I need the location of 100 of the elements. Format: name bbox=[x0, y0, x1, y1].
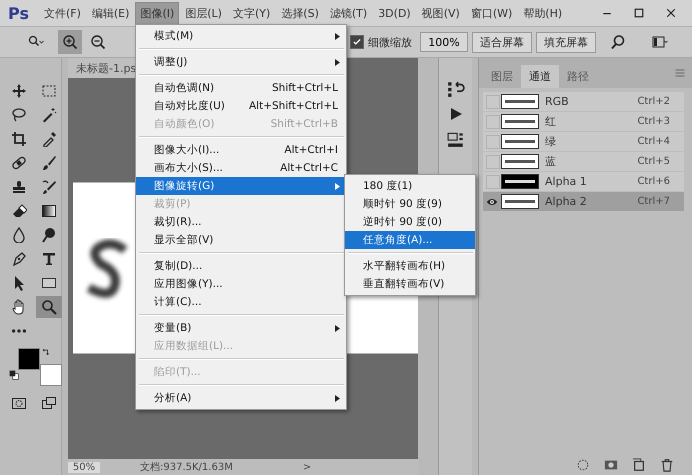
dotted-circle-icon bbox=[576, 458, 590, 472]
menu-item[interactable]: 图像大小(I)... Alt+Ctrl+I bbox=[136, 141, 346, 159]
menu[interactable]: 选择(S) bbox=[276, 2, 324, 24]
check-icon bbox=[352, 37, 362, 47]
channel-row[interactable]: Alpha 1 Ctrl+6 bbox=[483, 172, 684, 191]
quick-mask-icon bbox=[11, 395, 27, 411]
eraser-icon bbox=[11, 203, 27, 219]
menu-item[interactable]: 垂直翻转画布(V) bbox=[345, 275, 475, 293]
menu[interactable]: 文件(F) bbox=[38, 2, 86, 24]
stamp-icon bbox=[11, 179, 27, 195]
menu-item[interactable]: 计算(C)... bbox=[136, 293, 346, 311]
screen-mode-icon bbox=[41, 395, 57, 411]
menu-item[interactable]: 自动色调(N) Shift+Ctrl+L bbox=[136, 79, 346, 97]
new-channel-icon bbox=[632, 458, 646, 472]
menu[interactable]: 编辑(E) bbox=[86, 2, 134, 24]
submenu-arrow-icon bbox=[335, 33, 340, 40]
document-info: 文档:937.5K/1.63M bbox=[140, 460, 233, 474]
zoom-fit-button[interactable]: 适合屏幕 bbox=[472, 32, 532, 52]
type-tool-icon bbox=[41, 251, 57, 267]
checkbox[interactable] bbox=[350, 35, 364, 49]
properties-icon bbox=[446, 130, 464, 148]
zoom-icon bbox=[41, 299, 57, 315]
close-icon bbox=[665, 7, 677, 19]
channel-name: 绿 bbox=[545, 134, 557, 149]
drop-icon bbox=[11, 227, 27, 243]
menu-item[interactable]: 裁切(R)... bbox=[136, 213, 346, 231]
zoom-in-button[interactable] bbox=[58, 30, 82, 54]
history-icon bbox=[446, 80, 464, 98]
trash-icon bbox=[660, 458, 674, 472]
menu[interactable]: 文字(Y) bbox=[228, 2, 276, 24]
zoom-field[interactable]: 100% bbox=[420, 32, 468, 52]
menu-item[interactable]: 逆时针 90 度(0) bbox=[345, 213, 475, 231]
pen-icon bbox=[11, 251, 27, 267]
channel-name: 蓝 bbox=[545, 154, 557, 169]
menu[interactable]: 帮助(H) bbox=[518, 2, 568, 24]
panel-tab[interactable]: 通道 bbox=[521, 65, 559, 88]
channel-name: 红 bbox=[545, 114, 557, 129]
rectangle-icon bbox=[41, 275, 57, 291]
menu[interactable]: 3D(D) bbox=[373, 2, 416, 24]
menu-item[interactable]: 任意角度(A)... bbox=[345, 231, 475, 249]
menu-item[interactable]: 图像旋转(G) bbox=[136, 177, 346, 195]
zoom-level[interactable]: 50% bbox=[68, 462, 100, 472]
zoom-fit-button[interactable]: 填充屏幕 bbox=[536, 32, 596, 52]
lasso-icon bbox=[11, 107, 27, 123]
submenu-arrow-icon bbox=[335, 395, 340, 402]
menu-icon bbox=[674, 67, 686, 79]
channel-row[interactable]: RGB Ctrl+2 bbox=[483, 92, 684, 111]
panel-tab[interactable]: 路径 bbox=[559, 65, 597, 88]
channel-row[interactable]: 绿 Ctrl+4 bbox=[483, 132, 684, 151]
channel-name: Alpha 1 bbox=[545, 175, 588, 188]
channel-name: Alpha 2 bbox=[545, 195, 588, 208]
menu[interactable]: 视图(V) bbox=[416, 2, 465, 24]
menu[interactable]: 滤镜(T) bbox=[324, 2, 372, 24]
menu[interactable]: 图层(L) bbox=[180, 2, 227, 24]
channel-shortcut: Ctrl+5 bbox=[637, 156, 670, 167]
menu-item[interactable]: 分析(A) bbox=[136, 389, 346, 407]
brush-icon bbox=[41, 155, 57, 171]
eyedropper-icon bbox=[41, 131, 57, 147]
menu-item[interactable]: 画布大小(S)... Alt+Ctrl+C bbox=[136, 159, 346, 177]
menu-item[interactable]: 模式(M) bbox=[136, 27, 346, 45]
channel-shortcut: Ctrl+4 bbox=[637, 136, 670, 147]
submenu-arrow-icon bbox=[335, 59, 340, 66]
checkbox-label: 细微缩放 bbox=[368, 34, 412, 50]
menu-item[interactable]: 自动对比度(U) Alt+Shift+Ctrl+L bbox=[136, 97, 346, 115]
channel-row[interactable]: 红 Ctrl+3 bbox=[483, 112, 684, 131]
move-icon bbox=[11, 83, 27, 99]
channel-shortcut: Ctrl+3 bbox=[637, 116, 670, 127]
menu[interactable]: 图像(I) bbox=[135, 2, 180, 24]
menu[interactable]: 窗口(W) bbox=[466, 2, 518, 24]
channel-row[interactable]: 蓝 Ctrl+5 bbox=[483, 152, 684, 171]
search-icon bbox=[610, 34, 626, 50]
info-menu-arrow[interactable]: > bbox=[302, 462, 312, 472]
history-brush-icon bbox=[41, 179, 57, 195]
menu-item[interactable]: 应用图像(Y)... bbox=[136, 275, 346, 293]
channel-shortcut: Ctrl+6 bbox=[637, 176, 670, 187]
menu-item[interactable]: 复制(D)... bbox=[136, 257, 346, 275]
channel-row[interactable]: Alpha 2 Ctrl+7 bbox=[483, 192, 684, 211]
channel-shortcut: Ctrl+7 bbox=[637, 196, 670, 207]
more-tools-icon bbox=[12, 329, 26, 333]
channel-name: RGB bbox=[545, 95, 570, 108]
menu-item[interactable]: 180 度(1) bbox=[345, 177, 475, 195]
menu-item[interactable]: 顺时针 90 度(9) bbox=[345, 195, 475, 213]
submenu-arrow-icon bbox=[335, 183, 340, 190]
mask-icon bbox=[604, 458, 618, 472]
menu-item[interactable]: 水平翻转画布(H) bbox=[345, 257, 475, 275]
swap-arrows-icon bbox=[42, 349, 51, 358]
maximize-icon bbox=[633, 7, 645, 19]
zoom-out-icon bbox=[90, 34, 106, 50]
menu-item[interactable]: 变量(B) bbox=[136, 319, 346, 337]
menu-item[interactable]: 显示全部(V) bbox=[136, 231, 346, 249]
gradient-icon bbox=[41, 203, 57, 219]
submenu-arrow-icon bbox=[335, 325, 340, 332]
app-logo: Ps bbox=[7, 4, 30, 22]
zoom-in-icon bbox=[62, 34, 78, 50]
magic-wand-icon bbox=[41, 107, 57, 123]
channel-shortcut: Ctrl+2 bbox=[637, 96, 670, 107]
dodge-icon bbox=[41, 227, 57, 243]
background-color-swatch[interactable] bbox=[40, 364, 62, 386]
foreground-color-swatch[interactable] bbox=[18, 348, 40, 370]
default-colors-icon bbox=[9, 370, 19, 380]
